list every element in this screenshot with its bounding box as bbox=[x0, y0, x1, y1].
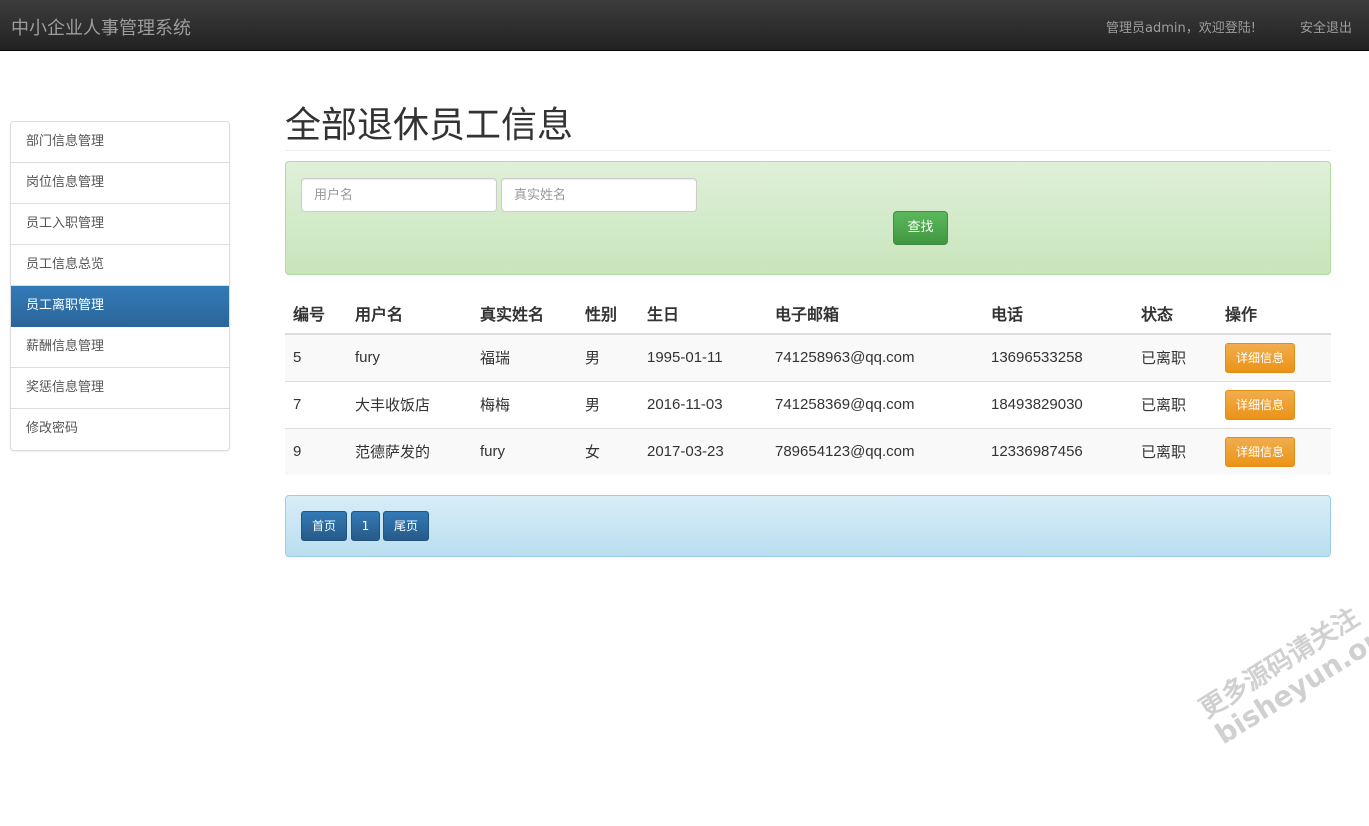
cell-email: 741258369@qq.com bbox=[767, 380, 983, 428]
table-header-row: 编号 用户名 真实姓名 性别 生日 电子邮箱 电话 状态 操作 bbox=[285, 292, 1331, 335]
search-panel: 查找 bbox=[285, 161, 1331, 275]
cell-id: 5 bbox=[285, 333, 347, 381]
watermark: 更多源码请关注 bisheyun.org bbox=[1194, 590, 1369, 751]
sidebar-item-onboarding[interactable]: 员工入职管理 bbox=[11, 204, 229, 245]
realname-search-input[interactable] bbox=[501, 178, 697, 212]
col-header-phone: 电话 bbox=[983, 292, 1133, 335]
cell-phone: 13696533258 bbox=[983, 333, 1133, 381]
cell-id: 7 bbox=[285, 380, 347, 428]
cell-gender: 男 bbox=[577, 380, 639, 428]
cell-gender: 女 bbox=[577, 427, 639, 475]
page-1-button[interactable]: 1 bbox=[351, 511, 380, 541]
app-brand[interactable]: 中小企业人事管理系统 bbox=[11, 14, 191, 40]
cell-username: 大丰收饭店 bbox=[347, 380, 472, 428]
title-divider bbox=[285, 150, 1331, 151]
col-header-realname: 真实姓名 bbox=[472, 292, 577, 335]
first-page-button[interactable]: 首页 bbox=[301, 511, 347, 541]
cell-id: 9 bbox=[285, 427, 347, 475]
cell-realname: fury bbox=[472, 427, 577, 475]
cell-status: 已离职 bbox=[1133, 427, 1217, 475]
watermark-line2: bisheyun.org bbox=[1209, 612, 1369, 751]
col-header-username: 用户名 bbox=[347, 292, 472, 335]
cell-email: 789654123@qq.com bbox=[767, 427, 983, 475]
sidebar-item-resignation[interactable]: 员工离职管理 bbox=[11, 286, 229, 327]
cell-action: 详细信息 bbox=[1217, 333, 1331, 381]
sidebar-item-salary[interactable]: 薪酬信息管理 bbox=[11, 327, 229, 368]
cell-phone: 12336987456 bbox=[983, 427, 1133, 475]
sidebar-item-department[interactable]: 部门信息管理 bbox=[11, 122, 229, 163]
sidebar-item-rewards[interactable]: 奖惩信息管理 bbox=[11, 368, 229, 409]
sidebar-item-position[interactable]: 岗位信息管理 bbox=[11, 163, 229, 204]
sidebar-item-employee-overview[interactable]: 员工信息总览 bbox=[11, 245, 229, 286]
cell-birthday: 2017-03-23 bbox=[639, 427, 767, 475]
cell-realname: 福瑞 bbox=[472, 333, 577, 381]
last-page-button[interactable]: 尾页 bbox=[383, 511, 429, 541]
cell-action: 详细信息 bbox=[1217, 380, 1331, 428]
table-row: 9 范德萨发的 fury 女 2017-03-23 789654123@qq.c… bbox=[285, 427, 1331, 475]
table-row: 7 大丰收饭店 梅梅 男 2016-11-03 741258369@qq.com… bbox=[285, 380, 1331, 428]
col-header-gender: 性别 bbox=[577, 292, 639, 335]
cell-birthday: 1995-01-11 bbox=[639, 333, 767, 381]
col-header-status: 状态 bbox=[1133, 292, 1217, 335]
col-header-birthday: 生日 bbox=[639, 292, 767, 335]
sidebar-menu: 部门信息管理 岗位信息管理 员工入职管理 员工信息总览 员工离职管理 薪酬信息管… bbox=[10, 121, 230, 451]
cell-email: 741258963@qq.com bbox=[767, 333, 983, 381]
pagination-panel: 首页 1 尾页 bbox=[285, 495, 1331, 557]
col-header-id: 编号 bbox=[285, 292, 347, 335]
welcome-text: 管理员admin，欢迎登陆! bbox=[1106, 21, 1256, 36]
cell-action: 详细信息 bbox=[1217, 427, 1331, 475]
sidebar-item-change-password[interactable]: 修改密码 bbox=[11, 409, 229, 450]
watermark-line1: 更多源码请关注 bbox=[1194, 602, 1365, 725]
employee-table: 编号 用户名 真实姓名 性别 生日 电子邮箱 电话 状态 操作 5 fury 福… bbox=[285, 292, 1331, 475]
username-search-input[interactable] bbox=[301, 178, 497, 212]
logout-link[interactable]: 安全退出 bbox=[1300, 17, 1352, 36]
cell-status: 已离职 bbox=[1133, 380, 1217, 428]
col-header-action: 操作 bbox=[1217, 292, 1331, 335]
cell-phone: 18493829030 bbox=[983, 380, 1133, 428]
cell-birthday: 2016-11-03 bbox=[639, 380, 767, 428]
page-title: 全部退休员工信息 bbox=[285, 105, 574, 146]
search-button[interactable]: 查找 bbox=[893, 211, 948, 245]
col-header-email: 电子邮箱 bbox=[767, 292, 983, 335]
cell-realname: 梅梅 bbox=[472, 380, 577, 428]
cell-username: fury bbox=[347, 333, 472, 381]
detail-button[interactable]: 详细信息 bbox=[1225, 389, 1295, 420]
cell-username: 范德萨发的 bbox=[347, 427, 472, 475]
cell-gender: 男 bbox=[577, 333, 639, 381]
cell-status: 已离职 bbox=[1133, 333, 1217, 381]
detail-button[interactable]: 详细信息 bbox=[1225, 342, 1295, 373]
table-row: 5 fury 福瑞 男 1995-01-11 741258963@qq.com … bbox=[285, 333, 1331, 381]
top-navbar: 中小企业人事管理系统 管理员admin，欢迎登陆! 安全退出 bbox=[0, 0, 1369, 51]
detail-button[interactable]: 详细信息 bbox=[1225, 436, 1295, 467]
